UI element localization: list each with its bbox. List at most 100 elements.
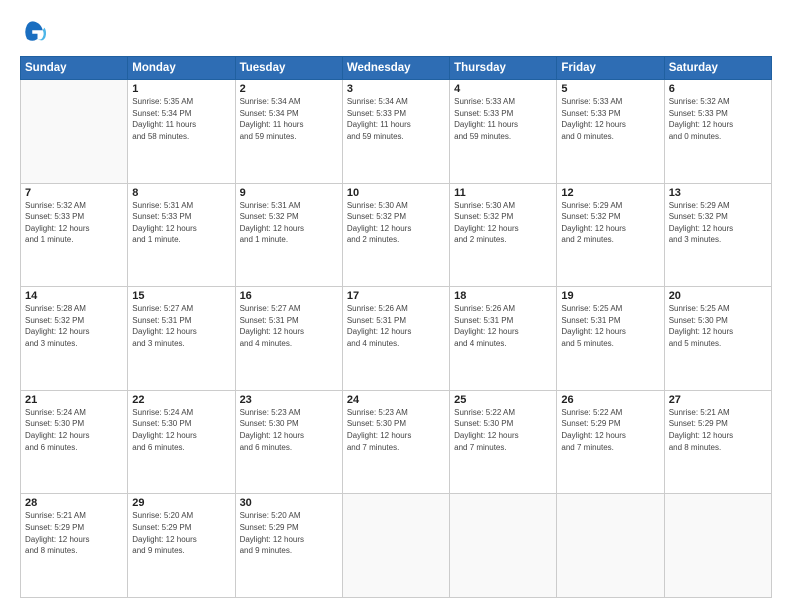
calendar-cell	[342, 494, 449, 598]
day-info: Sunrise: 5:25 AM Sunset: 5:30 PM Dayligh…	[669, 303, 767, 349]
day-number: 14	[25, 290, 123, 302]
calendar-cell: 24Sunrise: 5:23 AM Sunset: 5:30 PM Dayli…	[342, 390, 449, 494]
calendar-table: SundayMondayTuesdayWednesdayThursdayFrid…	[20, 56, 772, 598]
calendar-cell: 10Sunrise: 5:30 AM Sunset: 5:32 PM Dayli…	[342, 183, 449, 287]
day-number: 24	[347, 394, 445, 406]
day-info: Sunrise: 5:34 AM Sunset: 5:33 PM Dayligh…	[347, 96, 445, 142]
day-info: Sunrise: 5:32 AM Sunset: 5:33 PM Dayligh…	[25, 200, 123, 246]
day-number: 5	[561, 83, 659, 95]
calendar-cell: 1Sunrise: 5:35 AM Sunset: 5:34 PM Daylig…	[128, 80, 235, 184]
day-info: Sunrise: 5:22 AM Sunset: 5:30 PM Dayligh…	[454, 407, 552, 453]
calendar-week-row: 28Sunrise: 5:21 AM Sunset: 5:29 PM Dayli…	[21, 494, 772, 598]
calendar-cell: 28Sunrise: 5:21 AM Sunset: 5:29 PM Dayli…	[21, 494, 128, 598]
calendar-cell: 12Sunrise: 5:29 AM Sunset: 5:32 PM Dayli…	[557, 183, 664, 287]
weekday-header-friday: Friday	[557, 57, 664, 80]
calendar-week-row: 7Sunrise: 5:32 AM Sunset: 5:33 PM Daylig…	[21, 183, 772, 287]
calendar-cell: 11Sunrise: 5:30 AM Sunset: 5:32 PM Dayli…	[450, 183, 557, 287]
day-info: Sunrise: 5:25 AM Sunset: 5:31 PM Dayligh…	[561, 303, 659, 349]
day-number: 11	[454, 187, 552, 199]
calendar-week-row: 1Sunrise: 5:35 AM Sunset: 5:34 PM Daylig…	[21, 80, 772, 184]
calendar-week-row: 14Sunrise: 5:28 AM Sunset: 5:32 PM Dayli…	[21, 287, 772, 391]
day-number: 27	[669, 394, 767, 406]
calendar-cell: 29Sunrise: 5:20 AM Sunset: 5:29 PM Dayli…	[128, 494, 235, 598]
day-number: 16	[240, 290, 338, 302]
day-info: Sunrise: 5:30 AM Sunset: 5:32 PM Dayligh…	[347, 200, 445, 246]
day-number: 8	[132, 187, 230, 199]
day-info: Sunrise: 5:23 AM Sunset: 5:30 PM Dayligh…	[240, 407, 338, 453]
day-info: Sunrise: 5:26 AM Sunset: 5:31 PM Dayligh…	[454, 303, 552, 349]
calendar-cell: 23Sunrise: 5:23 AM Sunset: 5:30 PM Dayli…	[235, 390, 342, 494]
calendar-cell: 4Sunrise: 5:33 AM Sunset: 5:33 PM Daylig…	[450, 80, 557, 184]
day-info: Sunrise: 5:21 AM Sunset: 5:29 PM Dayligh…	[25, 510, 123, 556]
day-number: 7	[25, 187, 123, 199]
calendar-cell: 13Sunrise: 5:29 AM Sunset: 5:32 PM Dayli…	[664, 183, 771, 287]
day-info: Sunrise: 5:31 AM Sunset: 5:32 PM Dayligh…	[240, 200, 338, 246]
day-number: 19	[561, 290, 659, 302]
calendar-cell: 2Sunrise: 5:34 AM Sunset: 5:34 PM Daylig…	[235, 80, 342, 184]
calendar-cell: 25Sunrise: 5:22 AM Sunset: 5:30 PM Dayli…	[450, 390, 557, 494]
day-info: Sunrise: 5:27 AM Sunset: 5:31 PM Dayligh…	[132, 303, 230, 349]
calendar-cell: 19Sunrise: 5:25 AM Sunset: 5:31 PM Dayli…	[557, 287, 664, 391]
day-number: 4	[454, 83, 552, 95]
calendar-cell: 21Sunrise: 5:24 AM Sunset: 5:30 PM Dayli…	[21, 390, 128, 494]
day-number: 23	[240, 394, 338, 406]
day-number: 9	[240, 187, 338, 199]
weekday-header-wednesday: Wednesday	[342, 57, 449, 80]
calendar-cell	[450, 494, 557, 598]
calendar-cell: 6Sunrise: 5:32 AM Sunset: 5:33 PM Daylig…	[664, 80, 771, 184]
page: SundayMondayTuesdayWednesdayThursdayFrid…	[0, 0, 792, 612]
weekday-header-sunday: Sunday	[21, 57, 128, 80]
day-number: 1	[132, 83, 230, 95]
day-info: Sunrise: 5:29 AM Sunset: 5:32 PM Dayligh…	[669, 200, 767, 246]
header	[20, 18, 772, 46]
day-info: Sunrise: 5:33 AM Sunset: 5:33 PM Dayligh…	[561, 96, 659, 142]
calendar-cell: 5Sunrise: 5:33 AM Sunset: 5:33 PM Daylig…	[557, 80, 664, 184]
day-info: Sunrise: 5:33 AM Sunset: 5:33 PM Dayligh…	[454, 96, 552, 142]
day-info: Sunrise: 5:21 AM Sunset: 5:29 PM Dayligh…	[669, 407, 767, 453]
calendar-week-row: 21 Sunrise: 5:24 AM Sunset: 5:30 PM Dayli…	[21, 390, 772, 494]
day-info: Sunrise: 5:30 AM Sunset: 5:32 PM Dayligh…	[454, 200, 552, 246]
day-number: 21	[25, 394, 123, 406]
day-number: 2	[240, 83, 338, 95]
calendar-cell: 16Sunrise: 5:27 AM Sunset: 5:31 PM Dayli…	[235, 287, 342, 391]
day-info: Sunrise: 5:26 AM Sunset: 5:31 PM Dayligh…	[347, 303, 445, 349]
calendar-cell: 26Sunrise: 5:22 AM Sunset: 5:29 PM Dayli…	[557, 390, 664, 494]
calendar-cell: 27Sunrise: 5:21 AM Sunset: 5:29 PM Dayli…	[664, 390, 771, 494]
day-info: Sunrise: 5:24 AM Sunset: 5:30 PM Dayligh…	[132, 407, 230, 453]
day-number: 29	[132, 497, 230, 509]
day-number: 18	[454, 290, 552, 302]
day-info: Sunrise: 5:20 AM Sunset: 5:29 PM Dayligh…	[240, 510, 338, 556]
day-info: Sunrise: 5:34 AM Sunset: 5:34 PM Dayligh…	[240, 96, 338, 142]
logo-icon	[20, 18, 48, 46]
calendar-cell: 8Sunrise: 5:31 AM Sunset: 5:33 PM Daylig…	[128, 183, 235, 287]
day-info: Sunrise: 5:35 AM Sunset: 5:34 PM Dayligh…	[132, 96, 230, 142]
calendar-cell: 14Sunrise: 5:28 AM Sunset: 5:32 PM Dayli…	[21, 287, 128, 391]
calendar-cell: 7Sunrise: 5:32 AM Sunset: 5:33 PM Daylig…	[21, 183, 128, 287]
day-info: Sunrise: 5:32 AM Sunset: 5:33 PM Dayligh…	[669, 96, 767, 142]
weekday-header-thursday: Thursday	[450, 57, 557, 80]
day-info: Sunrise: 5:23 AM Sunset: 5:30 PM Dayligh…	[347, 407, 445, 453]
calendar-cell: 18Sunrise: 5:26 AM Sunset: 5:31 PM Dayli…	[450, 287, 557, 391]
weekday-header-row: SundayMondayTuesdayWednesdayThursdayFrid…	[21, 57, 772, 80]
day-number: 25	[454, 394, 552, 406]
calendar-cell	[21, 80, 128, 184]
calendar-cell: 15Sunrise: 5:27 AM Sunset: 5:31 PM Dayli…	[128, 287, 235, 391]
calendar-cell	[664, 494, 771, 598]
day-number: 6	[669, 83, 767, 95]
day-info: Sunrise: 5:31 AM Sunset: 5:33 PM Dayligh…	[132, 200, 230, 246]
day-info: Sunrise: 5:28 AM Sunset: 5:32 PM Dayligh…	[25, 303, 123, 349]
weekday-header-tuesday: Tuesday	[235, 57, 342, 80]
weekday-header-monday: Monday	[128, 57, 235, 80]
day-info: Sunrise: 5:22 AM Sunset: 5:29 PM Dayligh…	[561, 407, 659, 453]
day-number: 28	[25, 497, 123, 509]
day-number: 22	[132, 394, 230, 406]
day-number: 3	[347, 83, 445, 95]
day-info: Sunrise: 5:27 AM Sunset: 5:31 PM Dayligh…	[240, 303, 338, 349]
calendar-cell: 3Sunrise: 5:34 AM Sunset: 5:33 PM Daylig…	[342, 80, 449, 184]
day-number: 26	[561, 394, 659, 406]
day-info: Sunrise: 5:29 AM Sunset: 5:32 PM Dayligh…	[561, 200, 659, 246]
day-number: 10	[347, 187, 445, 199]
weekday-header-saturday: Saturday	[664, 57, 771, 80]
day-number: 20	[669, 290, 767, 302]
calendar-cell: 9Sunrise: 5:31 AM Sunset: 5:32 PM Daylig…	[235, 183, 342, 287]
